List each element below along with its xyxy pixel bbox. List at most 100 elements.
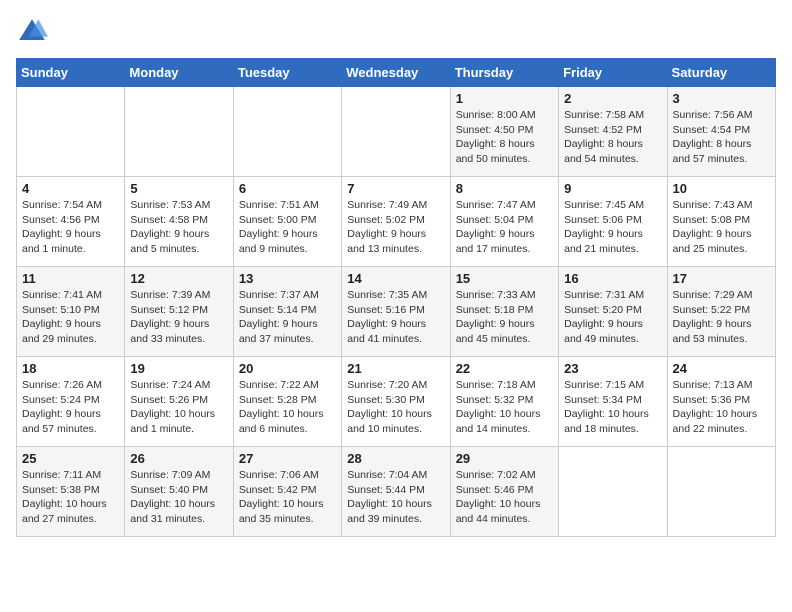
day-info: Sunrise: 7:13 AM Sunset: 5:36 PM Dayligh…: [673, 378, 770, 437]
day-number: 6: [239, 181, 336, 196]
logo: [16, 16, 52, 48]
header-cell-thursday: Thursday: [450, 59, 558, 87]
calendar-cell: 7Sunrise: 7:49 AM Sunset: 5:02 PM Daylig…: [342, 177, 450, 267]
calendar-cell: 20 Sunrise: 7:22 AM Sunset: 5:28 PM Dayli…: [233, 357, 341, 447]
day-info: Sunrise: 7:47 AM Sunset: 5:04 PM Dayligh…: [456, 198, 553, 257]
calendar-week-1: 1 Sunrise: 8:00 AM Sunset: 4:50 PM Daylig…: [17, 87, 776, 177]
calendar-cell: 29 Sunrise: 7:02 AM Sunset: 5:46 PM Dayli…: [450, 447, 558, 537]
calendar-cell: 28Sunrise: 7:04 AM Sunset: 5:44 PM Dayli…: [342, 447, 450, 537]
day-number: 10: [673, 181, 770, 196]
calendar-table: SundayMondayTuesdayWednesdayThursdayFrid…: [16, 58, 776, 537]
day-number: 24: [673, 361, 770, 376]
day-info: Sunrise: 7:29 AM Sunset: 5:22 PM Dayligh…: [673, 288, 770, 347]
day-info: Sunrise: 7:24 AM Sunset: 5:26 PM Dayligh…: [130, 378, 227, 437]
day-info: Sunrise: 7:56 AM Sunset: 4:54 PM Dayligh…: [673, 108, 770, 167]
day-info: Sunrise: 7:09 AM Sunset: 5:40 PM Dayligh…: [130, 468, 227, 527]
day-number: 9: [564, 181, 661, 196]
calendar-cell: 4Sunrise: 7:54 AM Sunset: 4:56 PM Daylig…: [17, 177, 125, 267]
day-info: Sunrise: 7:35 AM Sunset: 5:16 PM Dayligh…: [347, 288, 444, 347]
day-number: 3: [673, 91, 770, 106]
calendar-week-3: 11Sunrise: 7:41 AM Sunset: 5:10 PM Dayli…: [17, 267, 776, 357]
day-number: 26: [130, 451, 227, 466]
day-number: 25: [22, 451, 119, 466]
day-number: 27: [239, 451, 336, 466]
calendar-cell: 25 Sunrise: 7:11 AM Sunset: 5:38 PM Dayli…: [17, 447, 125, 537]
calendar-cell: [233, 87, 341, 177]
day-number: 2: [564, 91, 661, 106]
calendar-cell: 11Sunrise: 7:41 AM Sunset: 5:10 PM Dayli…: [17, 267, 125, 357]
calendar-cell: 23 Sunrise: 7:15 AM Sunset: 5:34 PM Dayli…: [559, 357, 667, 447]
day-info: Sunrise: 7:51 AM Sunset: 5:00 PM Dayligh…: [239, 198, 336, 257]
day-number: 12: [130, 271, 227, 286]
calendar-cell: 5 Sunrise: 7:53 AM Sunset: 4:58 PM Daylig…: [125, 177, 233, 267]
day-number: 29: [456, 451, 553, 466]
day-number: 7: [347, 181, 444, 196]
day-info: Sunrise: 7:15 AM Sunset: 5:34 PM Dayligh…: [564, 378, 661, 437]
day-number: 20: [239, 361, 336, 376]
day-info: Sunrise: 7:22 AM Sunset: 5:28 PM Dayligh…: [239, 378, 336, 437]
day-number: 5: [130, 181, 227, 196]
calendar-header: SundayMondayTuesdayWednesdayThursdayFrid…: [17, 59, 776, 87]
calendar-cell: [17, 87, 125, 177]
day-number: 18: [22, 361, 119, 376]
day-info: Sunrise: 7:04 AM Sunset: 5:44 PM Dayligh…: [347, 468, 444, 527]
calendar-cell: [667, 447, 775, 537]
day-number: 1: [456, 91, 553, 106]
calendar-body: 1 Sunrise: 8:00 AM Sunset: 4:50 PM Daylig…: [17, 87, 776, 537]
calendar-week-2: 4Sunrise: 7:54 AM Sunset: 4:56 PM Daylig…: [17, 177, 776, 267]
logo-icon: [16, 16, 48, 48]
header-cell-tuesday: Tuesday: [233, 59, 341, 87]
header-cell-saturday: Saturday: [667, 59, 775, 87]
day-number: 22: [456, 361, 553, 376]
day-number: 15: [456, 271, 553, 286]
calendar-cell: 26 Sunrise: 7:09 AM Sunset: 5:40 PM Dayli…: [125, 447, 233, 537]
calendar-cell: 12 Sunrise: 7:39 AM Sunset: 5:12 PM Dayli…: [125, 267, 233, 357]
day-info: Sunrise: 7:31 AM Sunset: 5:20 PM Dayligh…: [564, 288, 661, 347]
calendar-cell: 1 Sunrise: 8:00 AM Sunset: 4:50 PM Daylig…: [450, 87, 558, 177]
day-info: Sunrise: 7:41 AM Sunset: 5:10 PM Dayligh…: [22, 288, 119, 347]
calendar-cell: 6 Sunrise: 7:51 AM Sunset: 5:00 PM Daylig…: [233, 177, 341, 267]
day-number: 8: [456, 181, 553, 196]
day-info: Sunrise: 7:02 AM Sunset: 5:46 PM Dayligh…: [456, 468, 553, 527]
header-cell-sunday: Sunday: [17, 59, 125, 87]
day-info: Sunrise: 7:11 AM Sunset: 5:38 PM Dayligh…: [22, 468, 119, 527]
day-info: Sunrise: 7:45 AM Sunset: 5:06 PM Dayligh…: [564, 198, 661, 257]
day-number: 17: [673, 271, 770, 286]
calendar-cell: 3 Sunrise: 7:56 AM Sunset: 4:54 PM Daylig…: [667, 87, 775, 177]
calendar-cell: 16 Sunrise: 7:31 AM Sunset: 5:20 PM Dayli…: [559, 267, 667, 357]
calendar-cell: 10Sunrise: 7:43 AM Sunset: 5:08 PM Dayli…: [667, 177, 775, 267]
calendar-cell: 17 Sunrise: 7:29 AM Sunset: 5:22 PM Dayli…: [667, 267, 775, 357]
calendar-cell: 15 Sunrise: 7:33 AM Sunset: 5:18 PM Dayli…: [450, 267, 558, 357]
calendar-week-4: 18Sunrise: 7:26 AM Sunset: 5:24 PM Dayli…: [17, 357, 776, 447]
calendar-cell: [125, 87, 233, 177]
day-info: Sunrise: 7:58 AM Sunset: 4:52 PM Dayligh…: [564, 108, 661, 167]
day-info: Sunrise: 7:20 AM Sunset: 5:30 PM Dayligh…: [347, 378, 444, 437]
header-cell-friday: Friday: [559, 59, 667, 87]
calendar-cell: 24 Sunrise: 7:13 AM Sunset: 5:36 PM Dayli…: [667, 357, 775, 447]
day-info: Sunrise: 7:37 AM Sunset: 5:14 PM Dayligh…: [239, 288, 336, 347]
day-number: 16: [564, 271, 661, 286]
page-header: [16, 16, 776, 48]
day-info: Sunrise: 7:39 AM Sunset: 5:12 PM Dayligh…: [130, 288, 227, 347]
day-info: Sunrise: 7:06 AM Sunset: 5:42 PM Dayligh…: [239, 468, 336, 527]
calendar-cell: 8 Sunrise: 7:47 AM Sunset: 5:04 PM Daylig…: [450, 177, 558, 267]
header-cell-monday: Monday: [125, 59, 233, 87]
day-info: Sunrise: 8:00 AM Sunset: 4:50 PM Dayligh…: [456, 108, 553, 167]
calendar-cell: 14 Sunrise: 7:35 AM Sunset: 5:16 PM Dayli…: [342, 267, 450, 357]
header-cell-wednesday: Wednesday: [342, 59, 450, 87]
calendar-cell: 2 Sunrise: 7:58 AM Sunset: 4:52 PM Daylig…: [559, 87, 667, 177]
day-number: 23: [564, 361, 661, 376]
calendar-cell: 13Sunrise: 7:37 AM Sunset: 5:14 PM Dayli…: [233, 267, 341, 357]
calendar-week-5: 25 Sunrise: 7:11 AM Sunset: 5:38 PM Dayli…: [17, 447, 776, 537]
day-info: Sunrise: 7:18 AM Sunset: 5:32 PM Dayligh…: [456, 378, 553, 437]
calendar-cell: 27 Sunrise: 7:06 AM Sunset: 5:42 PM Dayli…: [233, 447, 341, 537]
day-number: 14: [347, 271, 444, 286]
day-number: 21: [347, 361, 444, 376]
day-info: Sunrise: 7:33 AM Sunset: 5:18 PM Dayligh…: [456, 288, 553, 347]
day-info: Sunrise: 7:53 AM Sunset: 4:58 PM Dayligh…: [130, 198, 227, 257]
calendar-cell: [559, 447, 667, 537]
header-row: SundayMondayTuesdayWednesdayThursdayFrid…: [17, 59, 776, 87]
calendar-cell: 9 Sunrise: 7:45 AM Sunset: 5:06 PM Daylig…: [559, 177, 667, 267]
calendar-cell: 19Sunrise: 7:24 AM Sunset: 5:26 PM Dayli…: [125, 357, 233, 447]
day-info: Sunrise: 7:54 AM Sunset: 4:56 PM Dayligh…: [22, 198, 119, 257]
